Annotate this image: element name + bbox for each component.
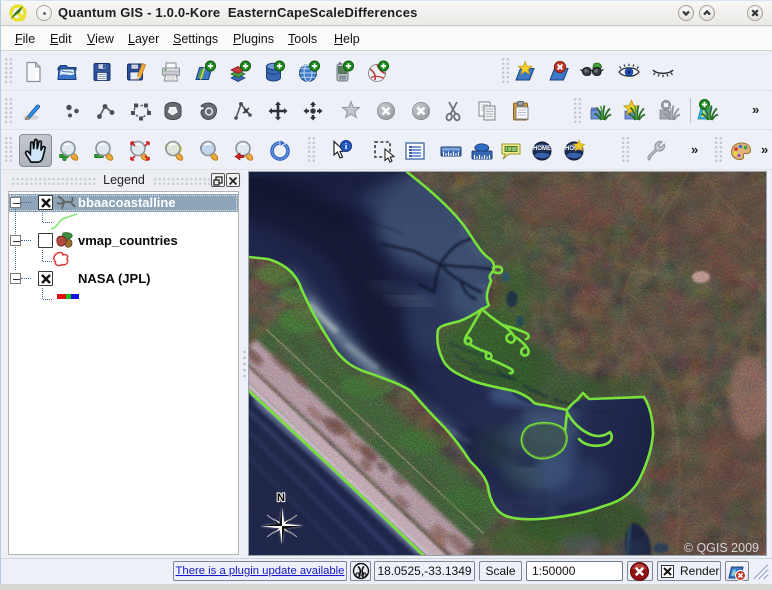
svg-text:N: N (277, 492, 285, 504)
svg-text:© QGIS 2009: © QGIS 2009 (684, 541, 759, 555)
